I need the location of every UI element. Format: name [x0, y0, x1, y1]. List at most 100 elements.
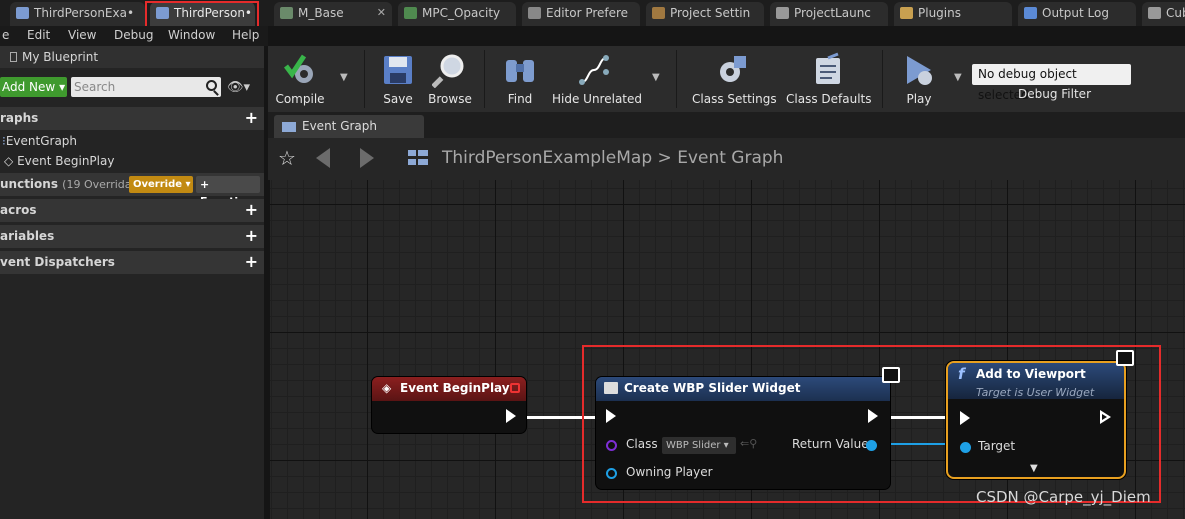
hide-unrelated-chevron-icon[interactable]: ▼ — [652, 72, 660, 83]
compile-icon — [284, 54, 313, 83]
breadcrumb-graph[interactable]: Event Graph — [677, 148, 783, 168]
exec-in-pin[interactable] — [960, 411, 970, 425]
tab-project-settings[interactable]: Project Settin — [646, 2, 764, 26]
node-header: Create WBP Slider Widget — [596, 377, 890, 401]
menu-file[interactable]: e — [2, 28, 9, 42]
graph-icon — [408, 150, 428, 165]
add-variable-icon[interactable]: + — [245, 227, 258, 245]
compile-options-chevron-icon[interactable]: ▼ — [340, 72, 348, 83]
toolbar-separator — [484, 50, 485, 108]
return-value-pin[interactable] — [866, 440, 877, 451]
class-defaults-icon — [816, 52, 840, 84]
graph-item-label: Event BeginPlay — [17, 154, 115, 168]
tab-label: ThirdPersonExa• — [34, 6, 135, 20]
search-input[interactable]: Search — [71, 77, 221, 97]
graph-item-beginplay[interactable]: ◇ Event BeginPlay — [4, 154, 114, 168]
node-event-beginplay[interactable]: ◈ Event BeginPlay — [372, 377, 526, 433]
breadcrumb-map[interactable]: ThirdPersonExampleMap — [442, 148, 652, 168]
menu-debug[interactable]: Debug — [114, 28, 153, 42]
class-select[interactable]: WBP Slider ▾ — [662, 437, 736, 454]
exec-wire-2 — [890, 416, 950, 419]
add-macro-icon[interactable]: + — [245, 201, 258, 219]
exec-out-pin[interactable] — [506, 409, 516, 423]
add-new-button[interactable]: Add New ▾ — [0, 77, 67, 97]
menu-help[interactable]: Help — [232, 28, 259, 42]
find-label: Find — [507, 92, 533, 106]
tab-label: Event Graph — [302, 119, 377, 133]
floppy-disk-icon — [384, 56, 412, 84]
section-functions[interactable]: unctions (19 Overridable Override ▾ + Fu… — [0, 173, 264, 208]
view-options-icon[interactable]: 👁▾ — [227, 80, 250, 95]
browse-button[interactable]: Browse — [426, 46, 474, 112]
exec-in-pin[interactable] — [606, 409, 616, 423]
star-icon[interactable]: ☆ — [278, 146, 296, 170]
tab-thirdperson-character[interactable]: ThirdPerson• — [150, 2, 255, 26]
tab-project-launcher[interactable]: ProjectLaunc — [770, 2, 888, 26]
class-defaults-button[interactable]: Class Defaults — [786, 46, 871, 112]
node-title: Event BeginPlay — [400, 381, 510, 395]
owning-player-pin[interactable] — [606, 468, 617, 479]
tab-label: Editor Prefere — [546, 6, 629, 20]
browse-label: Browse — [428, 92, 472, 106]
find-button[interactable]: Find — [500, 46, 540, 112]
section-variables[interactable]: ariables + — [0, 225, 264, 248]
tab-label: Output Log — [1042, 6, 1109, 20]
target-pin[interactable] — [960, 442, 971, 453]
panel-title-text: My Blueprint — [22, 50, 99, 64]
tab-label: Project Settin — [670, 6, 751, 20]
exec-out-pin[interactable] — [868, 409, 878, 423]
play-options-chevron-icon[interactable]: ▼ — [954, 72, 962, 83]
tab-label: MPC_Opacity — [422, 6, 501, 20]
add-function-button[interactable]: + Function — [196, 176, 260, 208]
browse-asset-icon[interactable]: ⇐⚲ — [740, 437, 757, 450]
add-dispatcher-icon[interactable]: + — [245, 253, 258, 271]
class-pin[interactable] — [606, 440, 617, 451]
event-graph-canvas[interactable]: ◈ Event BeginPlay Create WBP Slider Widg… — [270, 180, 1185, 519]
tab-mpc-opacity[interactable]: MPC_Opacity — [398, 2, 516, 26]
section-label: unctions — [0, 177, 58, 191]
tab-event-graph[interactable]: Event Graph — [274, 115, 424, 138]
override-button[interactable]: Override ▾ — [129, 176, 193, 193]
class-select-value: WBP Slider — [666, 440, 721, 451]
widget-icon — [604, 382, 618, 394]
search-placeholder: Search — [74, 80, 116, 94]
tab-editor-preferences[interactable]: Editor Prefere — [522, 2, 640, 26]
menu-edit[interactable]: Edit — [27, 28, 50, 42]
debug-filter-label: Debug Filter — [1018, 87, 1091, 101]
node-add-to-viewport[interactable]: f Add to Viewport Target is User Widget … — [946, 361, 1126, 479]
node-title: Add to Viewport — [976, 367, 1086, 381]
tab-output-log[interactable]: Output Log — [1018, 2, 1136, 26]
panel-title: My Blueprint — [0, 46, 264, 68]
menu-window[interactable]: Window — [168, 28, 215, 42]
tab-label: ProjectLaunc — [794, 6, 871, 20]
save-button[interactable]: Save — [376, 46, 420, 112]
exec-out-hollow — [1102, 414, 1107, 420]
delegate-pin-icon[interactable] — [510, 383, 520, 393]
menu-bar: e Edit View Debug Window Help — [0, 26, 268, 46]
expand-chevron-down-icon[interactable]: ▼ — [1030, 463, 1038, 474]
class-settings-button[interactable]: Class Settings — [692, 46, 777, 112]
add-graph-icon[interactable]: + — [245, 109, 258, 127]
section-macros[interactable]: acros + — [0, 199, 264, 222]
close-icon[interactable]: ✕ — [377, 2, 386, 24]
forward-arrow-icon[interactable] — [360, 148, 374, 168]
tab-plugins[interactable]: Plugins — [894, 2, 1012, 26]
search-icon — [206, 80, 217, 91]
play-button[interactable]: Play — [896, 46, 942, 112]
log-icon — [1024, 7, 1037, 19]
graph-item-eventgraph[interactable]: ⁝EventGraph — [2, 134, 77, 148]
hide-unrelated-button[interactable]: Hide Unrelated — [552, 46, 642, 112]
node-header: f Add to Viewport Target is User Widget — [948, 363, 1124, 399]
tab-cube[interactable]: Cub — [1142, 2, 1185, 26]
section-event-dispatchers[interactable]: vent Dispatchers + — [0, 251, 264, 274]
settings-icon — [652, 7, 665, 19]
tab-m-base[interactable]: M_Base ✕ — [274, 2, 392, 26]
compile-button[interactable]: Compile — [272, 46, 328, 112]
tab-thirdperson-example[interactable]: ThirdPersonExa• — [10, 2, 145, 26]
back-arrow-icon[interactable] — [316, 148, 330, 168]
section-graphs[interactable]: raphs + — [0, 107, 264, 130]
menu-view[interactable]: View — [68, 28, 96, 42]
debug-object-select[interactable]: No debug object selected ▾ — [972, 64, 1131, 102]
class-pin-label: Class — [626, 437, 658, 451]
node-create-widget[interactable]: Create WBP Slider Widget Class WBP Slide… — [596, 377, 890, 489]
